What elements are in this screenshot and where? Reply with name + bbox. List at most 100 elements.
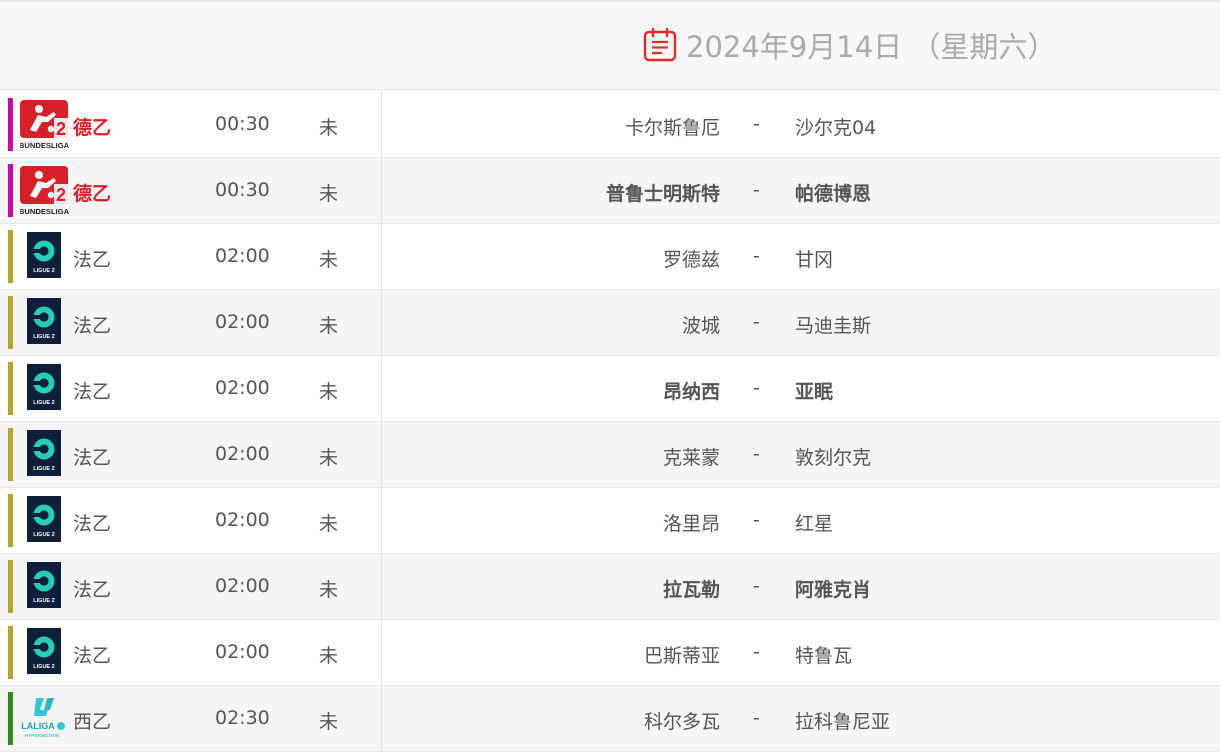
match-row[interactable]: LIGUE 2 法乙 02:00 未 拉瓦勒 - 阿雅克肖	[0, 554, 1220, 620]
away-team[interactable]: 甘冈	[795, 245, 833, 272]
away-team[interactable]: 阿雅克肖	[795, 575, 871, 602]
match-status: 未	[319, 579, 339, 601]
away-team[interactable]: 拉科鲁尼亚	[795, 707, 890, 734]
versus-dash: -	[753, 377, 760, 399]
league-color-bar	[8, 494, 13, 547]
column-divider	[381, 620, 382, 685]
match-row[interactable]: 2 BUNDESLIGA 德乙 00:30 未 普鲁士明斯特 - 帕德博恩	[0, 158, 1220, 224]
match-row[interactable]: LIGUE 2 法乙 02:00 未 洛里昂 - 红星	[0, 488, 1220, 554]
svg-text:LIGUE 2: LIGUE 2	[33, 532, 54, 538]
league-name[interactable]: 法乙	[73, 245, 111, 272]
versus-dash: -	[753, 707, 760, 729]
league-color-bar	[8, 428, 13, 481]
league-name[interactable]: 法乙	[73, 641, 111, 668]
league-color-bar	[8, 692, 13, 745]
bundesliga-2-logo: 2 BUNDESLIGA	[20, 100, 70, 150]
home-team[interactable]: 克莱蒙	[663, 443, 720, 470]
match-row[interactable]: LIGUE 2 法乙 02:00 未 罗德兹 - 甘冈	[0, 224, 1220, 290]
match-list: 2 BUNDESLIGA 德乙 00:30 未卡尔斯鲁厄 - 沙尔克04 2 BUNDESLIG…	[0, 92, 1220, 752]
column-divider	[381, 92, 382, 157]
match-row[interactable]: LIGUE 2 法乙 02:00 未 巴斯蒂亚 - 特鲁瓦	[0, 620, 1220, 686]
match-time: 02:00	[215, 443, 270, 465]
league-color-bar	[8, 626, 13, 679]
league-color-bar	[8, 362, 13, 415]
league-color-bar	[8, 230, 13, 283]
away-team[interactable]: 亚眠	[795, 377, 833, 404]
versus-dash: -	[753, 443, 760, 465]
ligue-2-logo: LIGUE 2	[27, 430, 61, 476]
home-team[interactable]: 昂纳西	[663, 377, 720, 404]
versus-dash: -	[753, 641, 760, 663]
home-team[interactable]: 巴斯蒂亚	[644, 641, 720, 668]
svg-text:BUNDESLIGA: BUNDESLIGA	[20, 207, 70, 216]
away-team[interactable]: 沙尔克04	[795, 113, 876, 140]
column-divider	[381, 422, 382, 487]
home-team[interactable]: 拉瓦勒	[663, 575, 720, 602]
versus-dash: -	[753, 509, 760, 531]
match-status: 未	[319, 183, 339, 205]
league-color-bar	[8, 296, 13, 349]
column-divider	[381, 356, 382, 421]
column-divider	[381, 554, 382, 619]
league-name[interactable]: 法乙	[73, 377, 111, 404]
match-row[interactable]: LIGUE 2 法乙 02:00 未 昂纳西 - 亚眠	[0, 356, 1220, 422]
match-status: 未	[319, 249, 339, 271]
ligue-2-logo: LIGUE 2	[27, 628, 61, 674]
home-team[interactable]: 洛里昂	[663, 509, 720, 536]
date-header: 2024年9月14日 （星期六）	[0, 0, 1220, 90]
league-name[interactable]: 德乙	[73, 179, 111, 206]
match-status: 未	[319, 513, 339, 535]
match-row[interactable]: 2 BUNDESLIGA 德乙 00:30 未 卡尔斯鲁厄 - 沙尔克04	[0, 92, 1220, 158]
home-team[interactable]: 卡尔斯鲁厄	[625, 113, 720, 140]
away-team[interactable]: 红星	[795, 509, 833, 536]
league-name[interactable]: 法乙	[73, 575, 111, 602]
match-time: 02:00	[215, 377, 270, 399]
laliga-hypermotion-logo: LALIGA HYPERMOTION	[21, 698, 65, 738]
league-name[interactable]: 法乙	[73, 311, 111, 338]
league-name[interactable]: 法乙	[73, 443, 111, 470]
ligue-2-logo: LIGUE 2	[27, 562, 61, 608]
versus-dash: -	[753, 113, 760, 135]
svg-text:LIGUE 2: LIGUE 2	[33, 664, 54, 670]
match-time: 02:00	[215, 641, 270, 663]
match-time: 02:30	[215, 707, 270, 729]
bundesliga-2-logo: 2 BUNDESLIGA	[20, 166, 70, 216]
match-status: 未	[319, 117, 339, 139]
column-divider	[381, 290, 382, 355]
home-team[interactable]: 科尔多瓦	[644, 707, 720, 734]
league-name[interactable]: 法乙	[73, 509, 111, 536]
svg-text:HYPERMOTION: HYPERMOTION	[25, 733, 59, 738]
versus-dash: -	[753, 179, 760, 201]
away-team[interactable]: 敦刻尔克	[795, 443, 871, 470]
ligue-2-logo: LIGUE 2	[27, 496, 61, 542]
league-color-bar	[8, 98, 13, 151]
column-divider	[381, 224, 382, 289]
versus-dash: -	[753, 311, 760, 333]
away-team[interactable]: 马迪圭斯	[795, 311, 871, 338]
home-team[interactable]: 普鲁士明斯特	[606, 179, 720, 206]
home-team[interactable]: 波城	[682, 311, 720, 338]
svg-text:LIGUE 2: LIGUE 2	[33, 466, 54, 472]
versus-dash: -	[753, 575, 760, 597]
match-row[interactable]: LALIGA HYPERMOTION 西乙 02:30 未 科尔多瓦 - 拉科鲁尼亚	[0, 686, 1220, 752]
match-status: 未	[319, 447, 339, 469]
match-row[interactable]: LIGUE 2 法乙 02:00 未 波城 - 马迪圭斯	[0, 290, 1220, 356]
svg-text:LALIGA: LALIGA	[21, 721, 55, 731]
match-status: 未	[319, 315, 339, 337]
match-time: 02:00	[215, 311, 270, 333]
calendar-icon	[643, 27, 677, 62]
svg-text:LIGUE 2: LIGUE 2	[33, 400, 54, 406]
ligue-2-logo: LIGUE 2	[27, 298, 61, 344]
match-row[interactable]: LIGUE 2 法乙 02:00 未 克莱蒙 - 敦刻尔克	[0, 422, 1220, 488]
match-time: 00:30	[215, 179, 270, 201]
column-divider	[381, 686, 382, 751]
home-team[interactable]: 罗德兹	[663, 245, 720, 272]
away-team[interactable]: 帕德博恩	[795, 179, 871, 206]
column-divider	[381, 158, 382, 223]
match-time: 00:30	[215, 113, 270, 135]
away-team[interactable]: 特鲁瓦	[795, 641, 852, 668]
league-name[interactable]: 德乙	[73, 113, 111, 140]
match-time: 02:00	[215, 575, 270, 597]
svg-text:LIGUE 2: LIGUE 2	[33, 334, 54, 340]
league-name[interactable]: 西乙	[73, 707, 111, 734]
